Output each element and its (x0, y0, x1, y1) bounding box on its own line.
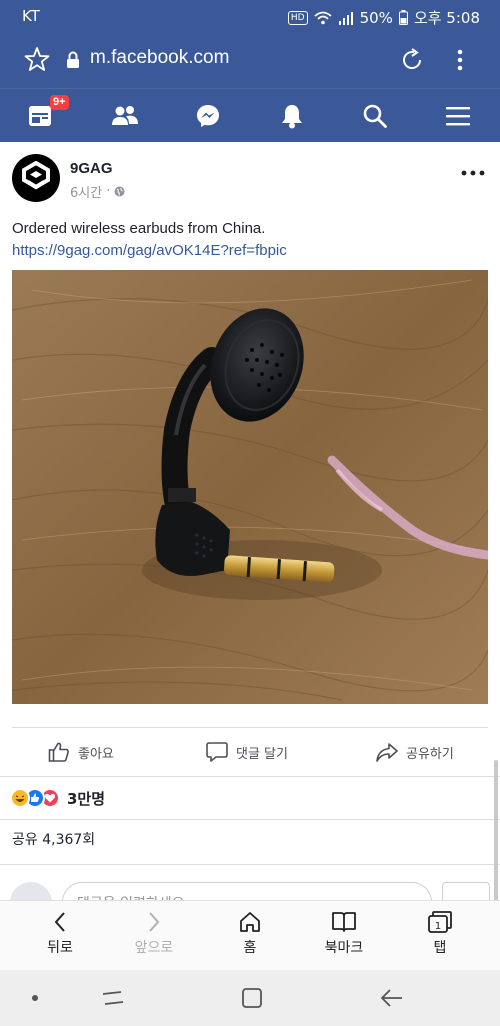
square-home-icon (242, 988, 262, 1008)
home-icon (240, 912, 260, 932)
home-system-button[interactable] (237, 984, 267, 1012)
like-label: 좋아요 (78, 746, 114, 762)
home-feed-icon (29, 106, 51, 126)
reactions-count: 3만명 (67, 789, 106, 808)
book-icon (332, 912, 356, 932)
facebook-nav-bar: 9+ (0, 88, 500, 142)
nav-messenger[interactable] (178, 89, 238, 143)
carrier-label: KT (22, 7, 40, 25)
post-text: Ordered wireless earbuds from China. (12, 220, 266, 237)
star-icon[interactable] (24, 46, 50, 72)
post-author[interactable]: 9GAG (70, 160, 113, 177)
post-actions: 좋아요 댓글 달기 공유하기 (0, 728, 500, 776)
nav-search[interactable] (345, 89, 405, 143)
browser-toolbar: 뒤로 앞으로 홈 북마크 1 탭 (0, 900, 500, 970)
recents-icon (102, 991, 124, 1005)
divider (0, 819, 500, 820)
tabs-button[interactable]: 1 탭 (400, 907, 480, 967)
notification-badge: 9+ (50, 95, 69, 110)
menu-icon (446, 107, 470, 126)
battery-percent: 50% (359, 8, 393, 27)
search-icon (363, 104, 387, 128)
back-system-button[interactable] (377, 984, 407, 1012)
share-label: 공유하기 (406, 746, 454, 762)
chevron-left-icon (54, 912, 65, 932)
comment-label: 댓글 달기 (236, 746, 288, 762)
messenger-icon (197, 105, 219, 127)
hd-badge: HD (287, 10, 308, 25)
clock: 오후 5:08 (413, 9, 480, 27)
signal-icon (338, 11, 353, 25)
back-label: 뒤로 (47, 940, 73, 956)
wifi-icon (314, 11, 332, 24)
battery-icon (398, 10, 408, 25)
lock-icon (67, 51, 79, 68)
post-options-icon[interactable] (460, 168, 486, 178)
tabs-count: 1 (435, 921, 441, 932)
url-field[interactable]: m.facebook.com (90, 47, 229, 69)
tabs-icon: 1 (428, 911, 452, 933)
bookmarks-label: 북마크 (324, 940, 364, 956)
system-nav-bar (0, 970, 500, 1026)
post-link[interactable]: https://9gag.com/gag/avOK14E?ref=fbpic (12, 240, 287, 262)
meta-separator: · (106, 184, 111, 199)
browser-url-bar: m.facebook.com (0, 32, 500, 88)
earbud-photo-image (12, 270, 488, 704)
friends-icon (112, 106, 138, 125)
dot-icon (32, 995, 38, 1001)
arrow-left-icon (380, 989, 402, 1007)
9gag-logo-icon (22, 161, 50, 190)
globe-icon (114, 186, 125, 197)
back-button[interactable]: 뒤로 (20, 907, 100, 967)
home-label: 홈 (243, 940, 257, 956)
recents-button[interactable] (98, 984, 128, 1012)
author-avatar[interactable] (12, 154, 60, 202)
post-photo[interactable] (12, 270, 488, 704)
nav-menu[interactable] (428, 89, 488, 143)
tabs-label: 탭 (433, 940, 447, 956)
like-button[interactable]: 좋아요 (48, 728, 114, 776)
bookmarks-button[interactable]: 북마크 (304, 907, 384, 967)
shares-count[interactable]: 공유 4,367회 (12, 829, 95, 849)
status-bar: KT HD 50% 오후 5:08 (0, 0, 500, 32)
divider (0, 864, 500, 865)
divider (0, 776, 500, 777)
bell-icon (282, 105, 302, 129)
nav-friends[interactable] (95, 89, 155, 143)
reactions-summary[interactable]: 3만명 (10, 786, 105, 810)
dot-indicator[interactable] (20, 984, 50, 1012)
chevron-right-icon (149, 912, 160, 932)
post-body: Ordered wireless earbuds from China. htt… (12, 218, 287, 262)
post-meta: 6시간 · (70, 182, 125, 201)
forward-label: 앞으로 (134, 940, 174, 956)
home-button[interactable]: 홈 (210, 907, 290, 967)
nav-notifications[interactable] (262, 89, 322, 143)
haha-reaction-icon (10, 788, 30, 808)
share-icon (376, 743, 398, 762)
comment-button[interactable]: 댓글 달기 (206, 728, 288, 776)
nav-home[interactable]: 9+ (10, 89, 70, 143)
share-button[interactable]: 공유하기 (376, 728, 454, 776)
thumbs-up-icon (48, 742, 69, 762)
status-icons: HD 50% 오후 5:08 (287, 7, 480, 28)
comment-icon (206, 742, 228, 762)
forward-button[interactable]: 앞으로 (114, 907, 194, 967)
post-header: 9GAG 6시간 · (0, 142, 500, 212)
more-vertical-icon[interactable] (452, 46, 468, 74)
post-time[interactable]: 6시간 (70, 182, 102, 201)
reload-icon[interactable] (398, 46, 426, 74)
